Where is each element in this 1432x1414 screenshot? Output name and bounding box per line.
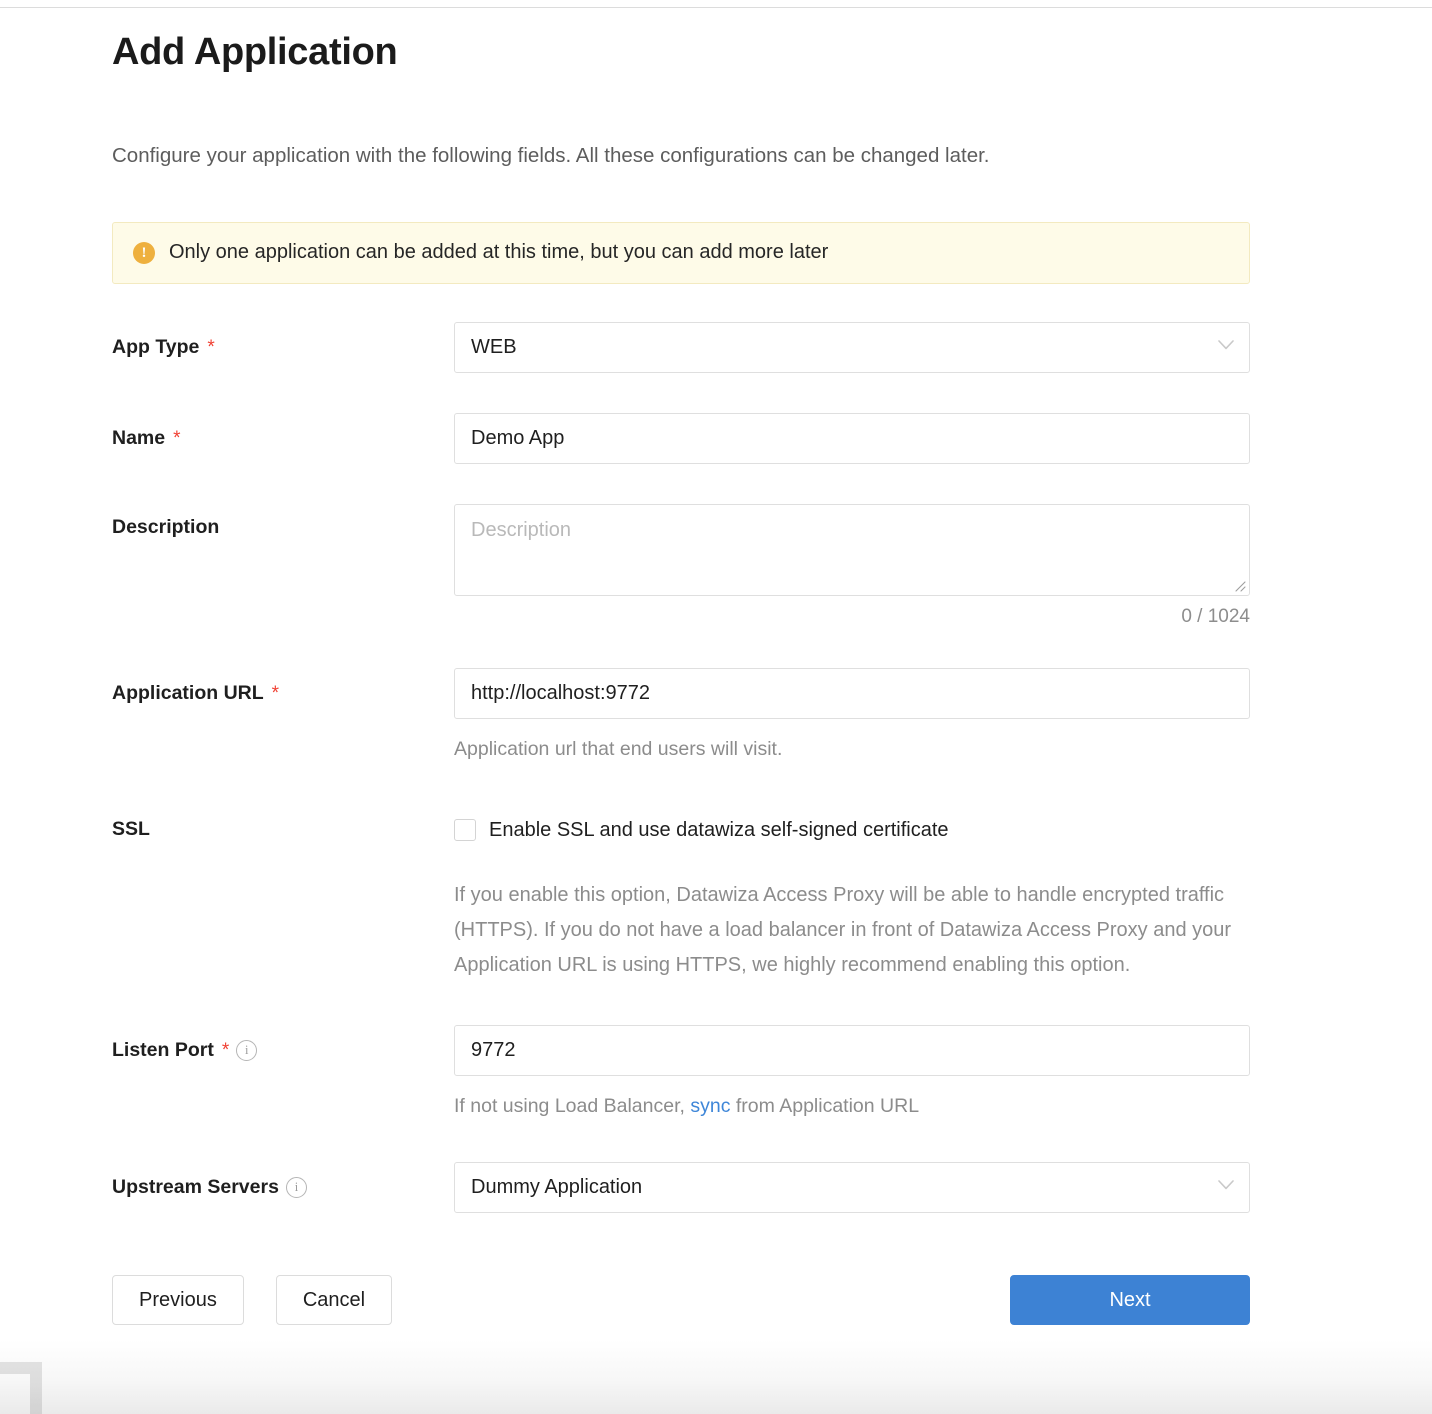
add-application-page: Add Application Configure your applicati…	[0, 8, 1432, 1414]
listen-port-helper: If not using Load Balancer, sync from Ap…	[454, 1092, 1250, 1120]
app-type-label: App Type	[112, 336, 200, 359]
application-url-helper: Application url that end users will visi…	[454, 738, 783, 761]
previous-button[interactable]: Previous	[112, 1275, 244, 1326]
field-row-description: Description 0 / 1024	[112, 504, 1320, 628]
listen-port-helper-prefix: If not using Load Balancer,	[454, 1095, 691, 1118]
info-circle-icon[interactable]: i	[236, 1040, 258, 1062]
field-row-application-url: Application URL * Application url that e…	[112, 668, 1320, 763]
page-subtitle: Configure your application with the foll…	[112, 143, 990, 167]
name-input[interactable]	[454, 413, 1250, 465]
ssl-label: SSL	[112, 817, 150, 840]
upstream-servers-select-wrap[interactable]	[454, 1162, 1250, 1214]
next-button[interactable]: Next	[1010, 1275, 1250, 1326]
upstream-servers-label: Upstream Servers	[112, 1176, 279, 1199]
exclamation-circle-icon: !	[133, 241, 155, 264]
application-url-label: Application URL	[112, 682, 264, 705]
field-row-app-type: App Type *	[112, 322, 1320, 374]
description-textarea-wrap	[454, 504, 1250, 597]
app-type-label-group: App Type *	[112, 322, 454, 359]
ssl-description: If you enable this option, Datawiza Acce…	[454, 883, 1232, 976]
field-row-upstream-servers: Upstream Servers i	[112, 1162, 1320, 1214]
upstream-servers-field	[454, 1162, 1320, 1214]
required-marker: *	[173, 427, 181, 449]
upstream-servers-label-group: Upstream Servers i	[112, 1162, 454, 1199]
listen-port-input[interactable]	[454, 1025, 1250, 1077]
application-form: App Type * Name *	[112, 322, 1320, 1214]
name-field	[454, 413, 1320, 465]
ssl-field: Enable SSL and use datawiza self-signed …	[454, 806, 1320, 984]
application-url-field: Application url that end users will visi…	[454, 668, 1320, 763]
name-label-group: Name *	[112, 413, 454, 450]
page-title: Add Application	[112, 31, 398, 73]
description-char-counter: 0 / 1024	[1181, 606, 1250, 628]
app-type-select-wrap[interactable]	[454, 322, 1250, 374]
alert-message: Only one application can be added at thi…	[169, 241, 829, 264]
info-circle-icon[interactable]: i	[285, 1177, 307, 1199]
ssl-checkbox-row[interactable]: Enable SSL and use datawiza self-signed …	[454, 806, 1320, 842]
required-marker: *	[271, 682, 280, 704]
sync-link[interactable]: sync	[690, 1095, 730, 1117]
info-alert: ! Only one application can be added at t…	[112, 222, 1250, 285]
listen-port-label-group: Listen Port * i	[112, 1025, 454, 1062]
field-row-listen-port: Listen Port * i If not using Load Balanc…	[112, 1025, 1320, 1120]
name-label: Name	[112, 427, 166, 450]
field-row-name: Name *	[112, 413, 1320, 465]
description-field: 0 / 1024	[454, 504, 1320, 628]
listen-port-field: If not using Load Balancer, sync from Ap…	[454, 1025, 1320, 1120]
listen-port-helper-suffix: from Application URL	[730, 1095, 920, 1118]
required-marker: *	[207, 336, 215, 358]
description-textarea[interactable]	[454, 504, 1250, 597]
cancel-button[interactable]: Cancel	[275, 1275, 393, 1326]
ssl-label-group: SSL	[112, 806, 454, 841]
description-label-group: Description	[112, 504, 454, 539]
page-content: Add Application Configure your applicati…	[0, 8, 1432, 1326]
listen-port-label: Listen Port	[112, 1039, 214, 1062]
app-type-select[interactable]	[454, 322, 1250, 374]
upstream-servers-select[interactable]	[454, 1162, 1250, 1214]
required-marker: *	[221, 1039, 230, 1061]
ssl-checkbox-label: Enable SSL and use datawiza self-signed …	[489, 818, 949, 841]
description-label: Description	[112, 516, 220, 539]
app-type-field	[454, 322, 1320, 374]
ssl-checkbox[interactable]	[454, 819, 476, 842]
form-footer: Previous Cancel Next	[112, 1275, 1250, 1326]
field-row-ssl: SSL Enable SSL and use datawiza self-sig…	[112, 806, 1320, 984]
application-url-label-group: Application URL *	[112, 668, 454, 705]
application-url-input[interactable]	[454, 668, 1250, 720]
